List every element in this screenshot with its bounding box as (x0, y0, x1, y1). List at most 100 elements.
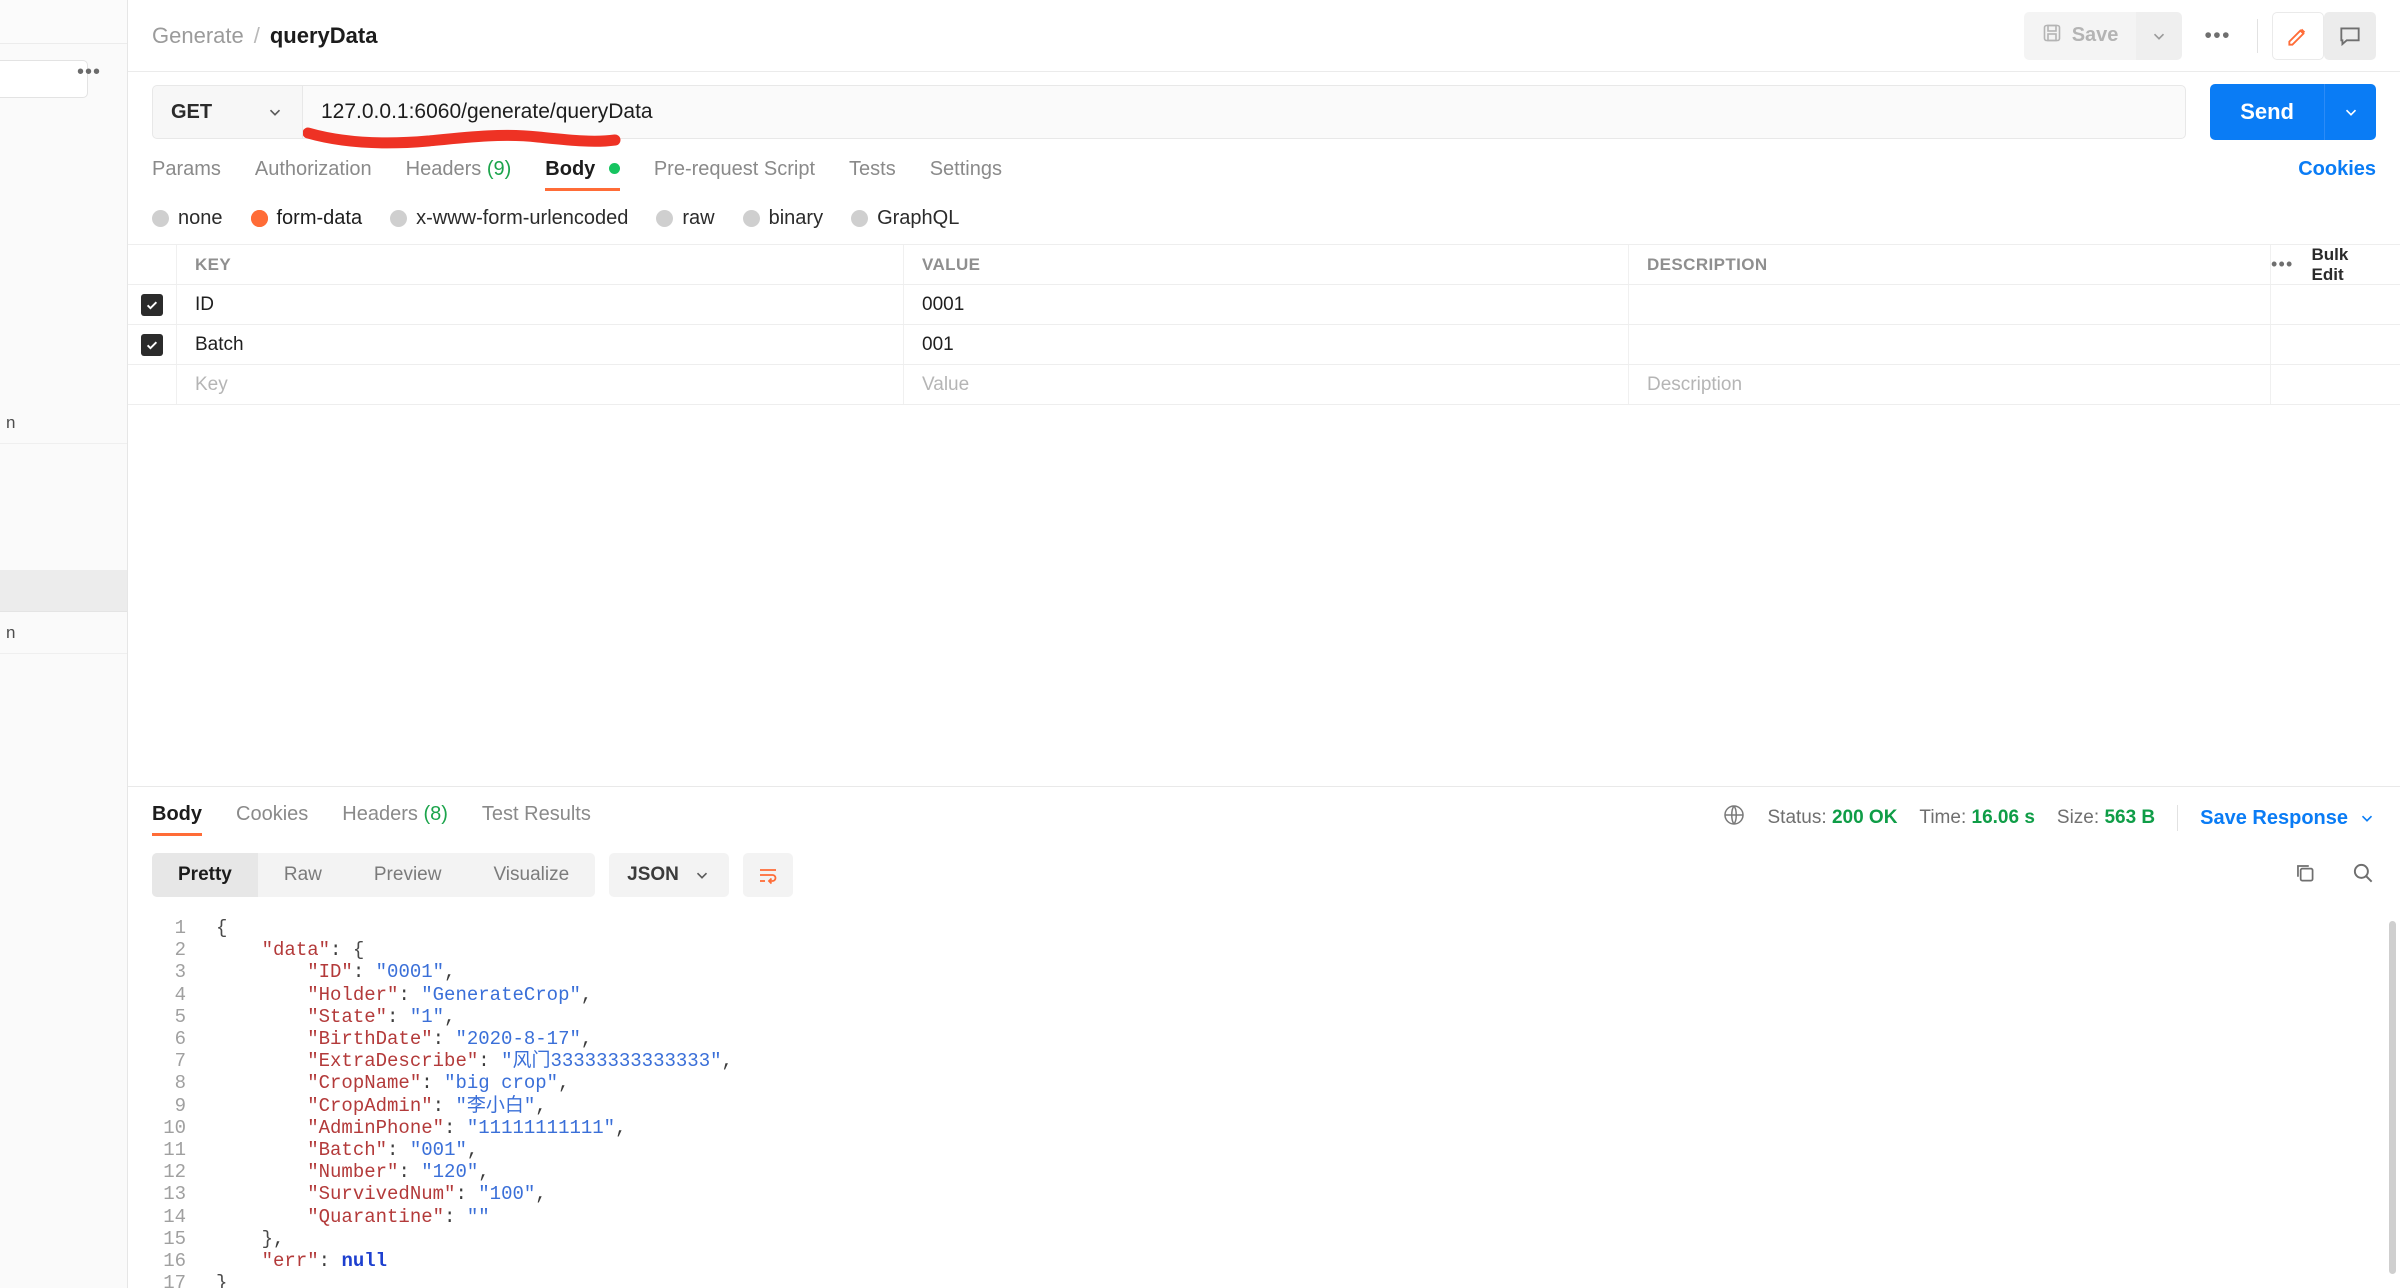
response-tab-test-results[interactable]: Test Results (482, 803, 591, 834)
radio-graphql[interactable]: GraphQL (851, 207, 959, 230)
tab-tests[interactable]: Tests (849, 158, 896, 191)
radio-dot (390, 210, 408, 227)
url-input[interactable]: 127.0.0.1:6060/generate/queryData (302, 85, 2187, 149)
copy-icon[interactable] (2292, 860, 2318, 891)
size-group: Size: 563 B (2057, 807, 2155, 829)
view-mode-preview[interactable]: Preview (348, 853, 468, 897)
line-number: 11 (163, 1139, 186, 1162)
header-actions: Save ••• (2023, 11, 2376, 60)
row-key[interactable]: Batch (195, 334, 244, 356)
format-selector[interactable]: JSON (609, 853, 729, 897)
tab-label: Pre-request Script (653, 158, 816, 180)
sidebar-search-row: ••• (0, 44, 127, 112)
table-more-icon[interactable]: ••• (2271, 255, 2294, 273)
table-placeholder-row[interactable]: Key Value Description (128, 365, 2400, 405)
chevron-down-icon (2361, 815, 2373, 822)
radio-label: GraphQL (877, 207, 960, 229)
send-button[interactable]: Send (2210, 84, 2324, 140)
placeholder-key[interactable]: Key (195, 374, 228, 396)
table-row[interactable]: ID 0001 (128, 285, 2400, 325)
save-button[interactable]: Save (2023, 11, 2137, 60)
sidebar-item-truncated-2[interactable] (0, 444, 127, 486)
sidebar-item-truncated-1[interactable]: n (0, 402, 127, 444)
sidebar-item-selected[interactable] (0, 570, 127, 612)
code-line: "data": { (261, 939, 365, 962)
line-number: 8 (174, 1072, 186, 1095)
sidebar-item-truncated-5[interactable]: n (0, 612, 127, 654)
body-type-radios: none form-data x-www-form-urlencoded raw… (128, 191, 2400, 244)
breadcrumb-parent[interactable]: Generate (152, 23, 244, 49)
edit-toggle-button[interactable] (2272, 11, 2324, 60)
view-mode-raw[interactable]: Raw (258, 853, 348, 897)
search-icon[interactable] (2350, 860, 2376, 891)
row-value[interactable]: 001 (922, 334, 954, 356)
radio-form-data[interactable]: form-data (250, 207, 362, 230)
row-checkbox[interactable] (141, 293, 163, 316)
save-response-button[interactable]: Save Response (2200, 807, 2376, 830)
tab-headers[interactable]: Headers (9) (406, 158, 512, 191)
response-tab-cookies[interactable]: Cookies (236, 803, 308, 834)
code-line: "Number": "120", (307, 1161, 490, 1184)
code-scrollbar-bottom[interactable] (2389, 1154, 2396, 1274)
radio-none[interactable]: none (152, 207, 223, 230)
send-options-button[interactable] (2324, 84, 2376, 140)
response-body-code[interactable]: 1 2 3 4 5 6 7 8 9 10 11 12 13 14 15 16 17 { "data": { "I… (128, 907, 2400, 1288)
globe-icon[interactable] (1722, 803, 1746, 833)
line-number: 13 (163, 1183, 186, 1206)
tab-settings[interactable]: Settings (930, 158, 1002, 191)
line-number: 2 (174, 939, 186, 962)
text-wrap-icon (759, 869, 777, 885)
save-button-label: Save (2071, 24, 2119, 46)
tab-params[interactable]: Params (152, 158, 221, 191)
sidebar-item-truncated-3[interactable] (0, 486, 127, 528)
header-more-icon[interactable]: ••• (2182, 25, 2253, 46)
sidebar-more-icon[interactable]: ••• (77, 62, 101, 82)
row-key[interactable]: ID (195, 294, 214, 316)
view-mode-visualize[interactable]: Visualize (467, 853, 595, 897)
table-row[interactable]: Batch 001 (128, 325, 2400, 365)
radio-x-www-form-urlencoded[interactable]: x-www-form-urlencoded (390, 207, 628, 230)
row-value[interactable]: 0001 (922, 294, 964, 316)
line-number: 9 (174, 1094, 186, 1117)
bulk-edit-button[interactable]: Bulk Edit (2312, 245, 2382, 285)
line-number: 14 (163, 1205, 186, 1228)
placeholder-description[interactable]: Description (1647, 374, 1742, 396)
code-scrollbar-top[interactable] (2389, 921, 2396, 1161)
line-number: 3 (174, 961, 186, 984)
tab-count: (8) (423, 802, 448, 825)
line-number: 1 (174, 917, 186, 939)
response-tab-body[interactable]: Body (152, 803, 202, 836)
wrap-lines-button[interactable] (742, 853, 793, 897)
send-button-label: Send (2240, 99, 2294, 124)
request-header: Generate / queryData Save ••• (128, 0, 2400, 72)
radio-binary[interactable]: binary (742, 207, 823, 230)
row-checkbox[interactable] (141, 333, 163, 356)
line-number: 16 (163, 1250, 186, 1273)
tab-body[interactable]: Body (545, 158, 620, 191)
sidebar-search-input[interactable] (0, 60, 88, 98)
breadcrumb-separator: / (253, 22, 260, 48)
sidebar-item-label: n (6, 412, 16, 432)
view-mode-label: Visualize (493, 864, 570, 885)
time-label: Time: (1919, 807, 1967, 828)
url-text: 127.0.0.1:6060/generate/queryData (321, 100, 653, 123)
view-mode-pretty[interactable]: Pretty (152, 853, 258, 897)
tab-count: (9) (486, 158, 512, 180)
tab-authorization[interactable]: Authorization (255, 158, 372, 191)
status-value: 200 OK (1831, 807, 1898, 828)
placeholder-value[interactable]: Value (922, 374, 969, 396)
code-lines: { "data": { "ID": "0001", "Holder": "Gen… (200, 917, 2400, 1288)
column-header-value: VALUE (922, 254, 981, 274)
response-tab-headers[interactable]: Headers (8) (342, 803, 448, 834)
save-options-button[interactable] (2136, 11, 2183, 60)
sidebar-item-truncated-4[interactable] (0, 528, 127, 570)
line-number: 12 (163, 1161, 186, 1184)
radio-raw[interactable]: raw (656, 207, 715, 230)
tab-pre-request-script[interactable]: Pre-request Script (654, 158, 815, 191)
cookies-link[interactable]: Cookies (2298, 158, 2376, 191)
radio-dot-selected (250, 210, 268, 227)
status-divider (2177, 805, 2179, 831)
comment-toggle-button[interactable] (2324, 11, 2376, 60)
code-line: "CropAdmin": "李小白", (307, 1094, 547, 1117)
method-selector[interactable]: GET (152, 85, 302, 139)
